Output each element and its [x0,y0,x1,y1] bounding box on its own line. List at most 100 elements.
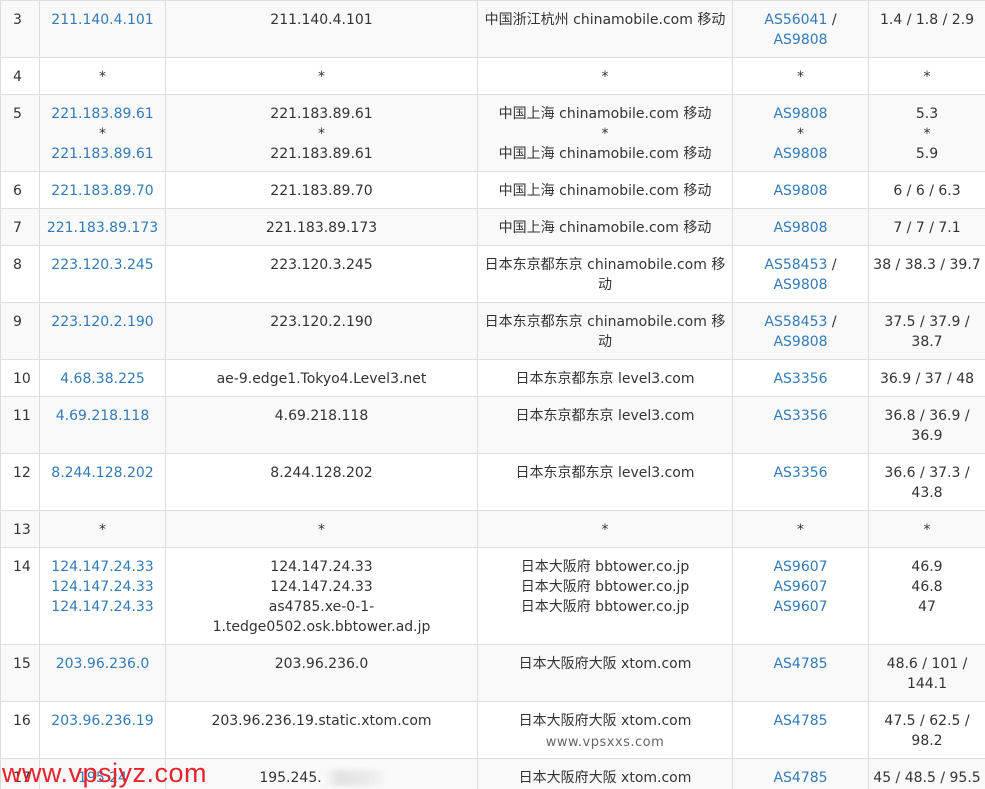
latency-value: 5.9 [915,146,939,162]
asn-link[interactable]: AS4785 [773,713,827,729]
geo-location: 日本东京都东京 level3.com [515,408,695,424]
asn-link[interactable]: AS4785 [773,770,827,786]
hostname-cell: 195.245. [165,758,478,789]
asn-cell: AS4785 [732,701,869,759]
hostname-cell: 203.96.236.0 [165,644,478,702]
hop-number: 10 [0,359,40,397]
geo-cell: 中国浙江杭州 chinamobile.com 移动 [477,0,733,58]
ip-link[interactable]: 124.147.24.33 [44,577,161,597]
ip-link[interactable]: 124.147.24.33 [44,597,161,617]
ip-link[interactable]: 203.96.236.0 [44,654,161,674]
asn-cell: AS9607 AS9607 AS9607 [732,547,869,645]
ip-link[interactable]: 203.96.236.19 [44,711,161,731]
redaction-blur [323,770,384,786]
asn-line: AS4785 [737,768,864,788]
hop-row: 11 4.69.218.118 4.69.218.118 日本东京都东京 level3… [0,396,985,454]
asn-link[interactable]: AS56041 [764,12,827,28]
asn-link[interactable]: AS3356 [773,408,827,424]
asn-link[interactable]: AS9808 [773,32,827,48]
latency-value: 36.9 / 37 / 48 [879,371,975,387]
asn-line: AS9808 [737,332,864,352]
geo-cell: 日本东京都东京 level3.com [477,453,733,511]
asn-cell: AS9808 * AS9808 [732,94,869,172]
hostname-cell: 221.183.89.173 [165,208,478,246]
geo-location: 中国浙江杭州 chinamobile.com 移动 [484,12,726,28]
asn-link[interactable]: AS3356 [773,371,827,387]
ip-link[interactable]: 223.120.2.190 [44,312,161,332]
asn-cell: AS9808 [732,208,869,246]
latency-value: 46.9 [911,559,943,575]
asn-link[interactable]: AS9607 [773,579,827,595]
asn-cell: AS4785 [732,758,869,789]
ip-link[interactable]: 124.147.24.33 [44,557,161,577]
asn-link[interactable]: AS9808 [773,220,827,236]
asn-line: * [737,67,864,87]
asn-line: AS3356 [737,369,864,389]
geo-location: 日本大阪府 bbtower.co.jp [520,559,690,575]
ip-link[interactable]: 4.69.218.118 [44,406,161,426]
ip-link[interactable]: 221.183.89.173 [44,218,161,238]
ip-link[interactable]: 223.120.3.245 [44,255,161,275]
latency-value: 47 [918,599,936,615]
hop-row: 3 211.140.4.101 211.140.4.101 中国浙江杭州 chinam… [0,0,985,58]
asn-link[interactable]: AS9808 [773,334,827,350]
ip-cell: 4.68.38.225 [39,359,166,397]
asn-link[interactable]: AS9808 [773,146,827,162]
latency-cell: 5.3 * 5.9 [868,94,985,172]
ip-link[interactable]: 4.68.38.225 [44,369,161,389]
asn-link[interactable]: AS9808 [773,183,827,199]
hostname-cell: ae-9.edge1.Tokyo4.Level3.net [165,359,478,397]
hostname: 4.69.218.118 [274,408,369,424]
asn-link[interactable]: AS9607 [773,559,827,575]
ip-link[interactable]: 221.183.89.61 [44,104,161,124]
ip-link[interactable]: 8.244.128.202 [44,463,161,483]
geo-cell: 日本东京都东京 chinamobile.com 移动 [477,302,733,360]
hop-number: 15 [0,644,40,702]
asn-cell: AS3356 [732,396,869,454]
asn-line: AS9808 [737,104,864,124]
asn-link[interactable]: AS9808 [773,106,827,122]
geo-location: 中国上海 chinamobile.com 移动 [498,146,712,162]
asn-line: AS4785 [737,654,864,674]
hop-number: 6 [0,171,40,209]
geo-location: 日本东京都东京 chinamobile.com 移动 [484,314,726,350]
hostname: 8.244.128.202 [270,465,373,481]
hostname: 124.147.24.33 [270,559,373,575]
latency-cell: * [868,510,985,548]
asn-link[interactable]: AS4785 [773,656,827,672]
hostname: * [318,126,325,142]
hostname-cell: 221.183.89.61 * 221.183.89.61 [165,94,478,172]
hostname: 223.120.2.190 [270,314,373,330]
latency-value: * [923,69,931,85]
asn-link[interactable]: AS58453 [764,314,827,330]
asn-link[interactable]: AS9808 [773,277,827,293]
hop-number: 13 [0,510,40,548]
hop-number: 7 [0,208,40,246]
ip-timeout: * [99,69,106,85]
asn-line: AS9808 [737,30,864,50]
asn-cell: AS9808 [732,171,869,209]
hop-number: 12 [0,453,40,511]
ip-link[interactable]: 211.140.4.101 [44,10,161,30]
geo-location: 日本大阪府大阪 xtom.com [518,656,692,672]
asn-line: AS3356 [737,463,864,483]
asn-separator: / [827,314,837,330]
ip-link[interactable]: 221.183.89.61 [44,144,161,164]
hop-row: 13 * * * * * [0,510,985,548]
hostname: 221.183.89.173 [265,220,378,236]
geo-cell: 日本东京都东京 level3.com [477,359,733,397]
asn-link[interactable]: AS58453 [764,257,827,273]
asn-cell: AS3356 [732,453,869,511]
hostname: as4785.xe-0-1-1.tedge0502.osk.bbtower.ad… [212,599,431,635]
asn-link[interactable]: AS9607 [773,599,827,615]
asn-link[interactable]: AS3356 [773,465,827,481]
hop-row: 12 8.244.128.202 8.244.128.202 日本东京都东京 leve… [0,453,985,511]
hostname: 124.147.24.33 [270,579,373,595]
latency-cell: 48.6 / 101 / 144.1 [868,644,985,702]
asn-line: AS9808 [737,144,864,164]
ip-link[interactable]: 221.183.89.70 [44,181,161,201]
hop-number: 14 [0,547,40,645]
ip-cell: 203.96.236.19 [39,701,166,759]
hop-number: 4 [0,57,40,95]
geo-location: * [601,69,609,85]
